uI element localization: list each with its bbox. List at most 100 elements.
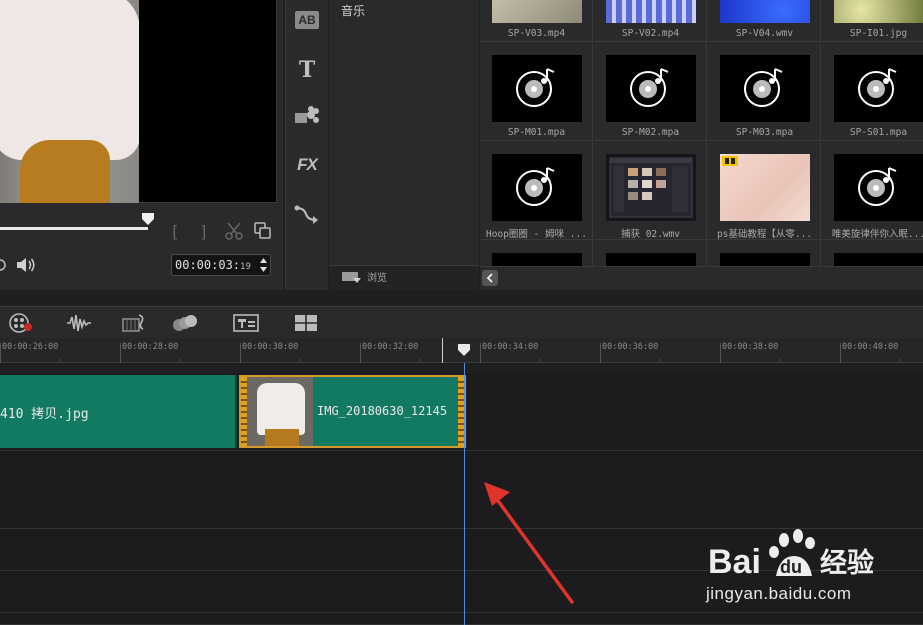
timecode-field[interactable]: 00:00:03:19 — [171, 254, 271, 276]
media-label: SP-V02.mp4 — [621, 28, 680, 39]
overlay-track[interactable] — [0, 451, 923, 529]
mark-in-button[interactable]: [ — [170, 222, 180, 241]
media-label: SP-M01.mpa — [507, 127, 566, 138]
ruler-label: 00:00:30:00 — [242, 342, 299, 352]
audio-icon — [858, 167, 897, 206]
timeline-cursor-line — [442, 338, 443, 363]
media-thumbnail — [606, 253, 696, 266]
media-item[interactable]: SP-V04.wmv — [708, 0, 821, 42]
timecode-value: 00:00:03: — [175, 258, 241, 272]
audio-icon — [630, 68, 669, 107]
overlay-track[interactable] — [0, 613, 923, 625]
preview-image — [0, 0, 139, 203]
media-item[interactable]: 唯美旋律伴你入眠... — [822, 142, 923, 240]
repeat-icon[interactable] — [0, 258, 8, 272]
media-item[interactable] — [708, 241, 821, 266]
media-thumbnail — [606, 0, 696, 23]
ruler-label: 00:00:38:00 — [722, 342, 779, 352]
scrub-bar[interactable] — [0, 227, 148, 230]
path-icon — [294, 205, 318, 224]
svg-text:Bai: Bai — [708, 543, 761, 581]
transition-button[interactable]: AB — [294, 8, 320, 32]
media-label: Hoop圈圈 - 姆咪 ... — [486, 229, 587, 240]
media-item[interactable]: 捕获 02.wmv — [594, 142, 707, 240]
filter-button[interactable]: FX — [294, 153, 320, 177]
ruler-label: 00:00:36:00 — [602, 342, 659, 352]
browse-button[interactable]: 浏览 — [341, 269, 387, 284]
media-item[interactable]: SP-I01.jpg — [822, 0, 923, 42]
media-item[interactable]: SP-M01.mpa — [480, 43, 593, 141]
timeline-toolbar — [0, 306, 923, 338]
media-item[interactable] — [594, 241, 707, 266]
audio-icon — [516, 68, 555, 107]
preview-viewer[interactable] — [0, 0, 277, 203]
media-item[interactable]: SP-V02.mp4 — [594, 0, 707, 42]
ruler-label: 00:00:28:00 — [122, 342, 179, 352]
transition-icon: AB — [295, 11, 319, 29]
ruler-label: 00:00:40:00 — [842, 342, 899, 352]
audio-icon — [858, 68, 897, 107]
path-button[interactable] — [294, 202, 320, 226]
media-label: 唯美旋律伴你入眠... — [831, 229, 923, 240]
copy-clip-icon[interactable] — [254, 222, 272, 240]
media-item[interactable] — [480, 241, 593, 266]
mark-out-button[interactable]: ] — [199, 222, 209, 241]
timecode-frames: 19 — [240, 262, 251, 272]
media-thumbnail — [492, 0, 582, 23]
library-scrollbar — [480, 266, 923, 290]
score-fitter-icon[interactable] — [121, 313, 147, 333]
media-item[interactable]: SP-M03.mpa — [708, 43, 821, 141]
graphic-icon — [295, 106, 319, 123]
svg-text:经验: 经验 — [820, 547, 874, 579]
audio-icon — [744, 68, 783, 107]
timeline-clip[interactable]: 410 拷贝.jpg — [0, 375, 237, 448]
video-badge-icon — [722, 156, 738, 166]
media-label: ps基础教程【从零... — [716, 229, 813, 240]
media-thumbnail — [492, 55, 582, 122]
media-item[interactable]: SP-M02.mpa — [594, 43, 707, 141]
annotation-arrow — [484, 482, 574, 604]
media-thumbnail — [834, 55, 923, 122]
volume-icon[interactable] — [15, 256, 37, 274]
media-thumbnail — [720, 55, 810, 122]
timecode-stepper[interactable] — [259, 257, 268, 273]
media-label: SP-M02.mpa — [621, 127, 680, 138]
folder-arrow-icon — [342, 271, 361, 283]
scroll-left-button[interactable] — [482, 270, 498, 286]
ruler-label: 00:00:34:00 — [482, 342, 539, 352]
media-item[interactable]: Hoop圈圈 - 姆咪 ... — [480, 142, 593, 240]
scissors-icon[interactable] — [225, 222, 243, 240]
filter-icon: FX — [297, 155, 318, 174]
record-capture-icon[interactable] — [8, 313, 34, 333]
media-thumbnail — [834, 154, 923, 221]
multi-trim-icon[interactable] — [293, 313, 319, 333]
library-folder-music[interactable]: 音乐 — [341, 2, 365, 19]
media-label: SP-V03.mp4 — [507, 28, 566, 39]
clip-thumbnail — [247, 377, 313, 446]
preview-panel: [ ] 00:00:03:19 — [0, 0, 283, 290]
subtitle-editor-icon[interactable] — [233, 313, 259, 333]
browse-label: 浏览 — [367, 273, 387, 284]
media-thumbnail — [720, 253, 810, 266]
media-item[interactable]: SP-S01.mpa — [822, 43, 923, 141]
ruler-label: 00:00:26:00 — [2, 342, 59, 352]
media-thumbnail — [834, 253, 923, 266]
media-thumbnail — [606, 55, 696, 122]
graphic-button[interactable] — [294, 104, 320, 128]
title-button[interactable]: T — [294, 57, 320, 83]
media-library-grid: SP-V03.mp4 SP-V02.mp4 SP-V04.wmv SP-I01.… — [480, 0, 923, 266]
media-label: SP-V04.wmv — [735, 28, 794, 39]
audio-waveform-icon[interactable] — [66, 313, 92, 333]
scrub-handle[interactable] — [141, 212, 155, 226]
media-thumbnail — [720, 154, 810, 221]
multicam-icon[interactable] — [172, 313, 198, 333]
media-item[interactable]: SP-V03.mp4 — [480, 0, 593, 42]
title-icon: T — [298, 57, 316, 83]
media-item[interactable]: ps基础教程【从零... — [708, 142, 821, 240]
media-label: SP-M03.mpa — [735, 127, 794, 138]
media-label: SP-I01.jpg — [849, 28, 908, 39]
timeline-clip-selected[interactable]: IMG_20180630_12145 — [239, 375, 466, 448]
media-item[interactable] — [822, 241, 923, 266]
playhead-handle[interactable] — [457, 343, 471, 357]
media-thumbnail — [834, 0, 923, 23]
